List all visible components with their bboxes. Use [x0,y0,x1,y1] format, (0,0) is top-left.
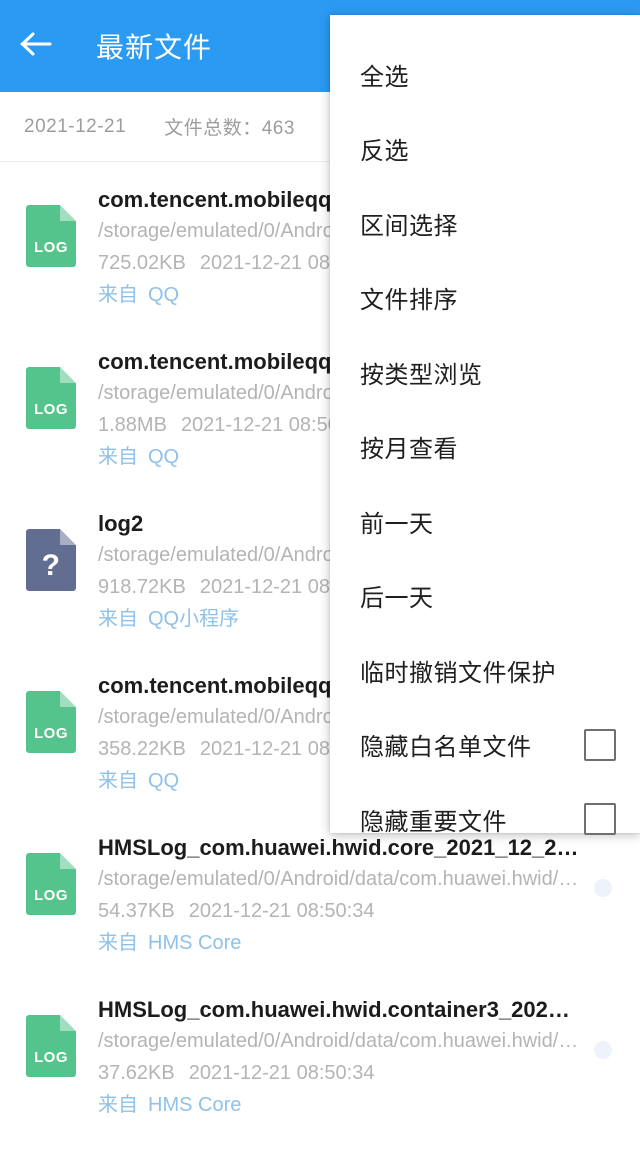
file-type-icon: LOG [26,367,76,429]
file-source[interactable]: 来自 HMS Core [98,1089,640,1121]
overflow-menu[interactable]: 全选 反选 区间选择 文件排序 按类型浏览 按月查看 前一天 后一天 临时撤销文… [330,15,640,836]
file-path: /storage/emulated/0/Android/data/com.hua… [98,1030,579,1052]
file-type-icon: LOG [26,853,76,915]
file-type-label: LOG [34,887,68,904]
file-type-icon: LOG [26,691,76,753]
file-source-app[interactable]: HMS Core [148,932,241,954]
menu-item-hide-whitelist-files[interactable]: 隐藏白名单文件 [330,708,640,783]
file-meta: 37.62KB 2021-12-21 08:50:34 [98,1057,640,1089]
file-size: 918.72KB [98,576,186,598]
current-date-label: 2021-12-21 [24,115,127,137]
menu-item-label: 按月查看 [360,436,458,464]
menu-item-label: 隐藏重要文件 [360,808,507,836]
menu-item-next-day[interactable]: 后一天 [330,559,640,634]
menu-item-browse-by-type[interactable]: 按类型浏览 [330,335,640,410]
file-size: 1.88MB [98,414,167,436]
file-type-label: LOG [34,1049,68,1066]
back-button[interactable] [0,0,72,92]
file-source-app[interactable]: QQ小程序 [148,608,239,630]
menu-item-view-by-month[interactable]: 按月查看 [330,410,640,485]
menu-item-label: 临时撤销文件保护 [360,659,556,687]
menu-item-file-sort[interactable]: 文件排序 [330,261,640,336]
file-type-icon: ? [26,529,76,591]
file-source-app[interactable]: QQ [148,770,179,792]
file-type-label: LOG [34,239,68,256]
select-indicator[interactable] [594,1041,612,1059]
file-source-prefix: 来自 [98,932,138,954]
file-size: 725.02KB [98,252,186,274]
menu-item-label: 全选 [360,63,409,91]
hide-whitelist-files-checkbox[interactable] [584,728,616,761]
menu-item-temporarily-disable-file-protection[interactable]: 临时撤销文件保护 [330,633,640,708]
file-meta: 54.37KB 2021-12-21 08:50:34 [98,895,640,927]
file-type-label: ? [41,549,61,582]
menu-item-range-selection[interactable]: 区间选择 [330,186,640,261]
menu-item-invert-selection[interactable]: 反选 [330,112,640,187]
menu-item-previous-day[interactable]: 前一天 [330,484,640,559]
list-item[interactable]: LOG HMSLog_com.huawei.hwid.container3_20… [0,973,640,1135]
file-type-icon: LOG [26,1015,76,1077]
menu-item-label: 按类型浏览 [360,361,483,389]
menu-item-label: 隐藏白名单文件 [360,734,532,762]
file-source-prefix: 来自 [98,1094,138,1116]
file-info: HMSLog_com.huawei.hwid.container3_202… /… [98,995,640,1121]
file-source-prefix: 来自 [98,284,138,306]
menu-item-label: 文件排序 [360,287,458,315]
hide-important-files-checkbox[interactable] [584,803,616,836]
file-source-app[interactable]: QQ [148,446,179,468]
page-title: 最新文件 [96,32,213,63]
menu-item-label: 区间选择 [360,212,458,240]
menu-item-label: 后一天 [360,585,434,613]
file-source-app[interactable]: QQ [148,284,179,306]
file-name: HMSLog_com.huawei.hwid.container3_202… [98,997,570,1022]
file-size: 358.22KB [98,738,186,760]
menu-item-select-all[interactable]: 全选 [330,37,640,112]
file-type-label: LOG [34,401,68,418]
file-type-icon: LOG [26,205,76,267]
file-count-label: 文件总数：463 [164,118,295,139]
menu-item-label: 前一天 [360,510,434,538]
menu-item-hide-important-files[interactable]: 隐藏重要文件 [330,782,640,857]
file-source-prefix: 来自 [98,446,138,468]
file-size: 54.37KB [98,900,175,922]
file-source-prefix: 来自 [98,770,138,792]
file-path: /storage/emulated/0/Android/data/com.hua… [98,868,579,890]
file-size: 37.62KB [98,1062,175,1084]
file-date: 2021-12-21 08:50:34 [188,1062,375,1084]
select-indicator[interactable] [594,879,612,897]
arrow-left-icon [19,30,53,63]
file-source[interactable]: 来自 HMS Core [98,927,640,959]
file-source-app[interactable]: HMS Core [148,1094,241,1116]
file-date: 2021-12-21 08:50:34 [188,900,375,922]
file-source-prefix: 来自 [98,608,138,630]
file-type-label: LOG [34,725,68,742]
menu-item-label: 反选 [360,138,409,166]
